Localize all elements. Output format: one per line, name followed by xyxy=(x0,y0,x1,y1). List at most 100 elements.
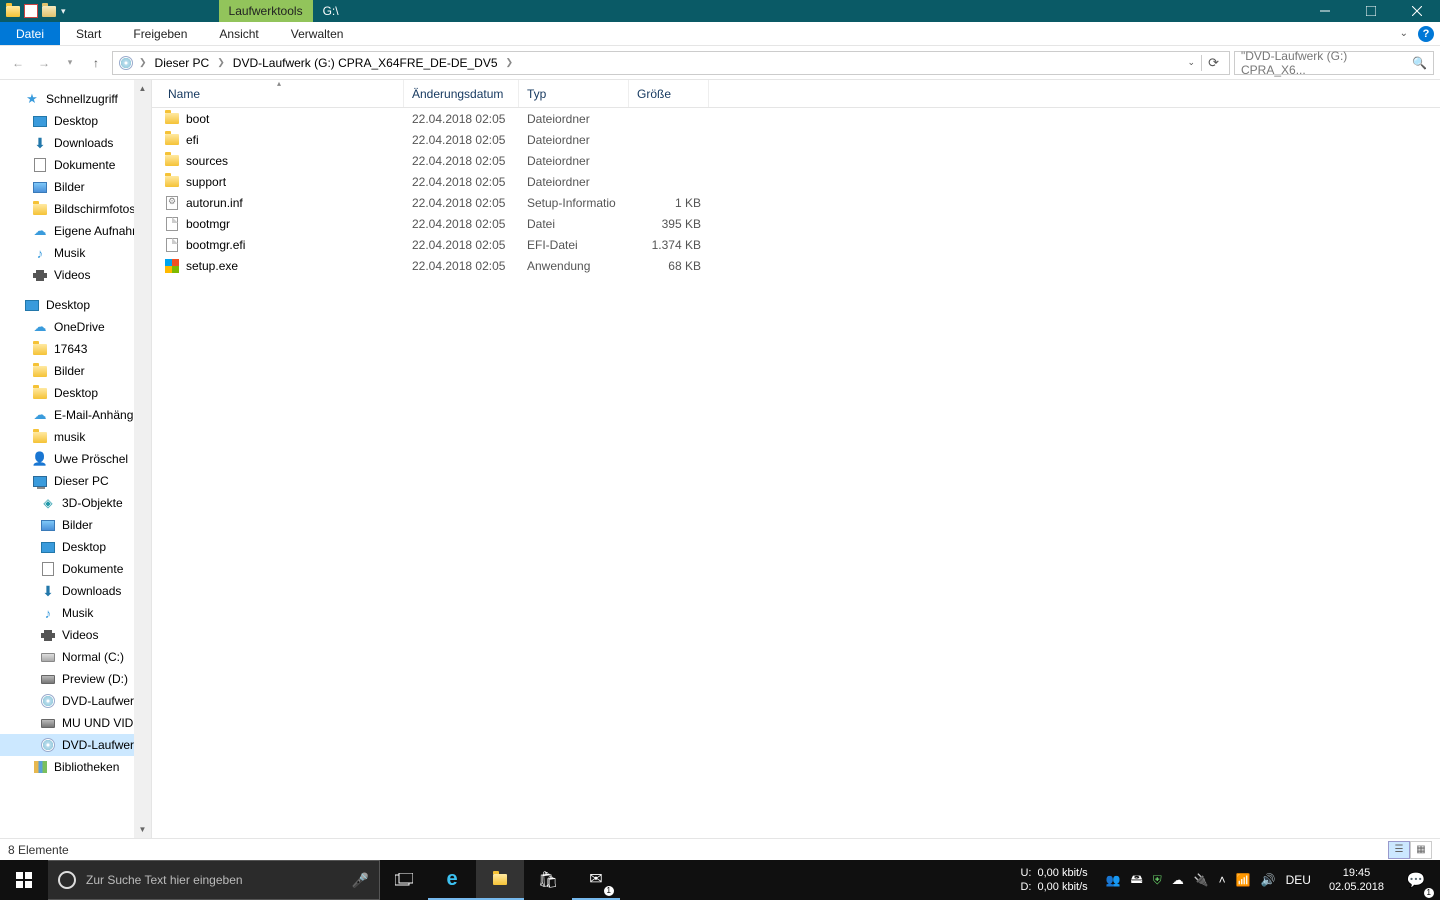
tree-item[interactable]: ★ Schnellzugriff xyxy=(0,88,151,110)
tray-overflow-icon[interactable]: ˄ xyxy=(1219,873,1226,887)
tree-item[interactable]: ♪ Musik xyxy=(0,242,151,264)
scroll-up-icon[interactable]: ▲ xyxy=(134,80,151,97)
tree-item[interactable]: Bibliotheken xyxy=(0,756,151,778)
tray-language[interactable]: DEU xyxy=(1286,873,1311,887)
qat-properties-icon[interactable] xyxy=(24,4,38,18)
tree-item[interactable]: Dokumente 📌 xyxy=(0,154,151,176)
tree-item[interactable]: MU UND VID (F xyxy=(0,712,151,734)
taskbar-app-mail[interactable]: ✉1 xyxy=(572,860,620,900)
file-row[interactable]: setup.exe 22.04.2018 02:05 Anwendung 68 … xyxy=(152,255,1440,276)
tree-item[interactable]: musik xyxy=(0,426,151,448)
chevron-right-icon[interactable]: ❯ xyxy=(213,57,229,68)
window-maximize-button[interactable] xyxy=(1348,0,1394,22)
taskbar-clock[interactable]: 19:45 02.05.2018 xyxy=(1321,866,1392,894)
nav-recent-dropdown[interactable]: ▾ xyxy=(58,51,82,75)
tree-item[interactable]: ⬇ Downloads 📌 xyxy=(0,132,151,154)
view-thumbnails-button[interactable]: ▦ xyxy=(1410,841,1432,859)
qat-newfolder-icon[interactable] xyxy=(40,2,58,20)
tree-item[interactable]: Desktop 📌 xyxy=(0,110,151,132)
tray-onedrive-icon[interactable]: ☁ xyxy=(1172,873,1184,887)
chevron-right-icon[interactable]: ❯ xyxy=(502,57,518,68)
ribbon-tab-share[interactable]: Freigeben xyxy=(117,22,203,45)
tree-item[interactable]: Bilder xyxy=(0,360,151,382)
ribbon-tab-start[interactable]: Start xyxy=(60,22,117,45)
refresh-icon[interactable]: ⟳ xyxy=(1201,55,1225,71)
breadcrumb[interactable]: ❯ Dieser PC ❯ DVD-Laufwerk (G:) CPRA_X64… xyxy=(112,51,1230,75)
folder-icon xyxy=(32,429,48,445)
tree-item[interactable]: Bilder 📌 xyxy=(0,176,151,198)
tree-item[interactable]: Preview (D:) xyxy=(0,668,151,690)
column-header-date[interactable]: Änderungsdatum xyxy=(404,80,519,107)
file-row[interactable]: sources 22.04.2018 02:05 Dateiordner xyxy=(152,150,1440,171)
file-row[interactable]: bootmgr 22.04.2018 02:05 Datei 395 KB xyxy=(152,213,1440,234)
file-icon xyxy=(164,237,180,253)
tree-item[interactable]: Bilder xyxy=(0,514,151,536)
tray-volume-icon[interactable]: 🔊 xyxy=(1261,873,1276,887)
file-row[interactable]: bootmgr.efi 22.04.2018 02:05 EFI-Datei 1… xyxy=(152,234,1440,255)
file-row[interactable]: support 22.04.2018 02:05 Dateiordner xyxy=(152,171,1440,192)
tree-item[interactable]: ☁ OneDrive xyxy=(0,316,151,338)
ribbon-expand-icon[interactable]: ⌄ xyxy=(1396,24,1412,43)
qat-dropdown-icon[interactable]: ▾ xyxy=(60,6,69,17)
search-icon[interactable]: 🔍 xyxy=(1412,56,1427,70)
tray-security-icon[interactable]: ⛨ xyxy=(1153,873,1162,888)
tree-item[interactable]: Desktop xyxy=(0,382,151,404)
ribbon-file-tab[interactable]: Datei xyxy=(0,22,60,45)
music-icon: ♪ xyxy=(40,605,56,621)
tree-item[interactable]: Dieser PC xyxy=(0,470,151,492)
tree-item[interactable]: Desktop xyxy=(0,536,151,558)
ribbon-tab-manage[interactable]: Verwalten xyxy=(275,22,360,45)
task-view-button[interactable] xyxy=(380,860,428,900)
tray-usb-icon[interactable]: 🖴 xyxy=(1131,870,1143,891)
help-icon[interactable]: ? xyxy=(1418,26,1434,42)
window-minimize-button[interactable] xyxy=(1302,0,1348,22)
nav-back-button[interactable]: ← xyxy=(6,51,30,75)
nav-up-button[interactable]: ↑ xyxy=(84,51,108,75)
view-details-button[interactable]: ☰ xyxy=(1388,841,1410,859)
search-input[interactable]: "DVD-Laufwerk (G:) CPRA_X6... 🔍 xyxy=(1234,51,1434,75)
address-history-dropdown[interactable]: ⌄ xyxy=(1182,57,1202,68)
microphone-icon[interactable]: 🎤 xyxy=(352,872,369,889)
window-close-button[interactable] xyxy=(1394,0,1440,22)
tree-item[interactable]: ⬇ Downloads xyxy=(0,580,151,602)
nav-forward-button[interactable]: → xyxy=(32,51,56,75)
tree-item[interactable]: 17643 xyxy=(0,338,151,360)
tree-item[interactable]: DVD-Laufwerk xyxy=(0,690,151,712)
tree-item[interactable]: Bildschirmfotos xyxy=(0,198,151,220)
tree-item[interactable]: Normal (C:) xyxy=(0,646,151,668)
tree-item-label: OneDrive xyxy=(54,320,105,334)
tree-item[interactable]: DVD-Laufwerk xyxy=(0,734,151,756)
taskbar-app-edge[interactable]: e xyxy=(428,860,476,900)
tree-item[interactable]: ☁ Eigene Aufnahm xyxy=(0,220,151,242)
sidebar-scrollbar[interactable]: ▲ ▼ xyxy=(134,80,151,838)
titlebar-context-tab[interactable]: Laufwerktools xyxy=(219,0,313,22)
tree-item[interactable]: Desktop xyxy=(0,294,151,316)
column-header-type[interactable]: Typ xyxy=(519,80,629,107)
start-button[interactable] xyxy=(0,860,48,900)
file-row[interactable]: efi 22.04.2018 02:05 Dateiordner xyxy=(152,129,1440,150)
taskbar-app-explorer[interactable] xyxy=(476,860,524,900)
tree-item[interactable]: ♪ Musik xyxy=(0,602,151,624)
breadcrumb-segment[interactable]: DVD-Laufwerk (G:) CPRA_X64FRE_DE-DE_DV5 xyxy=(229,56,502,70)
taskbar-search-input[interactable]: Zur Suche Text hier eingeben 🎤 xyxy=(48,860,380,900)
column-header-name[interactable]: Name xyxy=(152,80,404,107)
tree-item[interactable]: Dokumente xyxy=(0,558,151,580)
tray-people-icon[interactable]: 👥 xyxy=(1106,873,1121,887)
action-center-button[interactable]: 💬1 xyxy=(1392,860,1440,900)
chevron-right-icon[interactable]: ❯ xyxy=(135,57,151,68)
ribbon-tab-view[interactable]: Ansicht xyxy=(203,22,274,45)
column-header-size[interactable]: Größe xyxy=(629,80,709,107)
file-row[interactable]: boot 22.04.2018 02:05 Dateiordner xyxy=(152,108,1440,129)
tray-network-icon[interactable]: 📶 xyxy=(1236,873,1251,887)
tray-power-icon[interactable]: 🔌 xyxy=(1194,873,1209,887)
tree-item[interactable]: Videos xyxy=(0,624,151,646)
breadcrumb-segment[interactable]: Dieser PC xyxy=(151,56,214,70)
tree-item-label: Bilder xyxy=(54,364,85,378)
file-row[interactable]: autorun.inf 22.04.2018 02:05 Setup-Infor… xyxy=(152,192,1440,213)
tree-item[interactable]: ◈ 3D-Objekte xyxy=(0,492,151,514)
tree-item[interactable]: Videos xyxy=(0,264,151,286)
scroll-down-icon[interactable]: ▼ xyxy=(134,821,151,838)
tree-item[interactable]: 👤 Uwe Pröschel xyxy=(0,448,151,470)
tree-item[interactable]: ☁ E-Mail-Anhäng xyxy=(0,404,151,426)
taskbar-app-store[interactable]: 🛍 xyxy=(524,860,572,900)
